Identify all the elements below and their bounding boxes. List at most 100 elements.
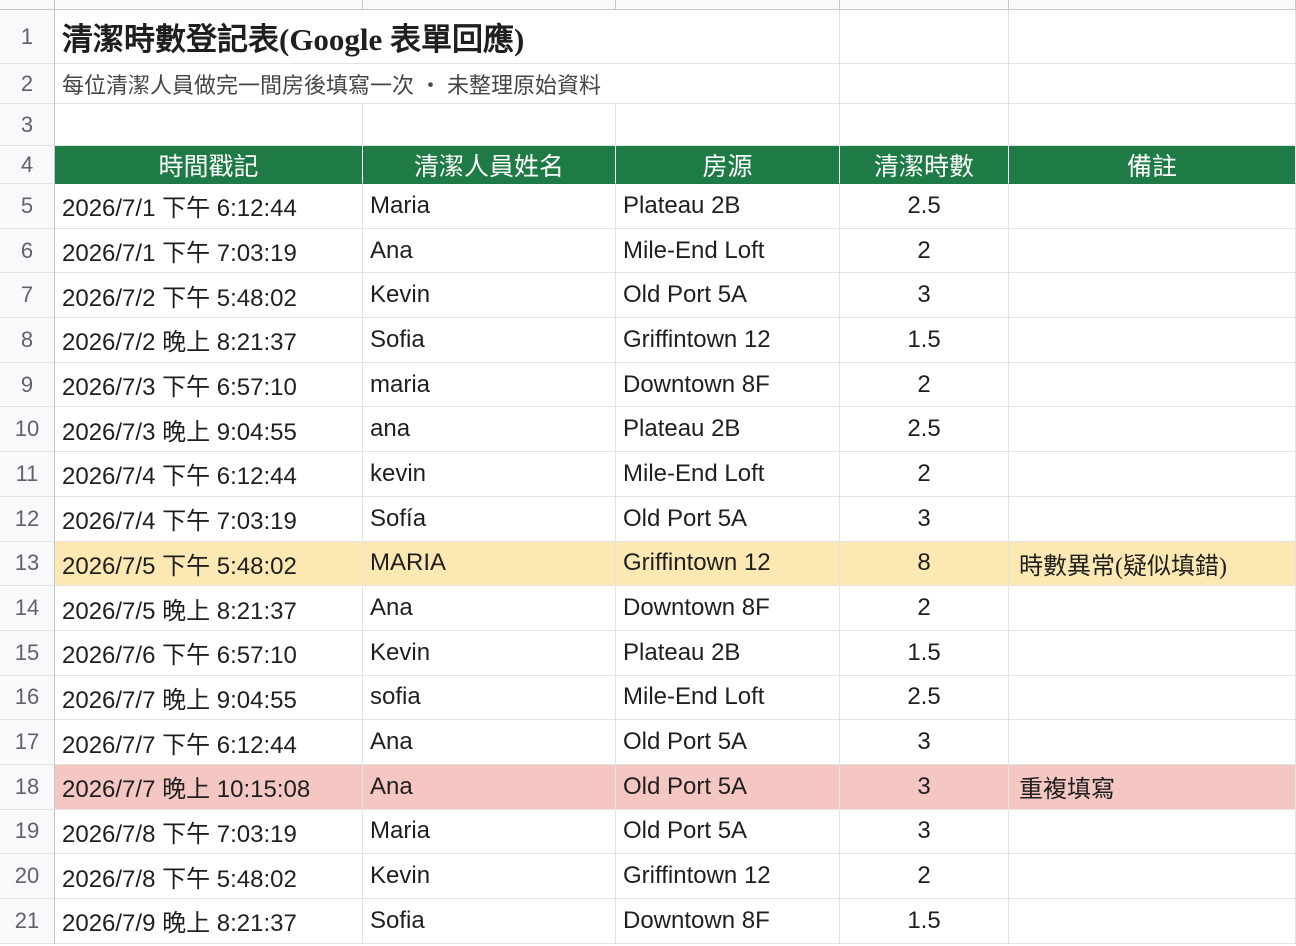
cell-cleaner-name[interactable]: Sofia <box>363 899 616 944</box>
cell-cleaner-name[interactable]: Kevin <box>363 273 616 319</box>
cell-note[interactable]: 重複填寫 <box>1009 764 1296 810</box>
cell-timestamp[interactable]: 2026/7/9 晚上 8:21:37 <box>55 899 363 944</box>
cell-note[interactable] <box>1009 318 1296 363</box>
cell-cleaner-name[interactable]: Maria <box>363 809 616 855</box>
cell-hours[interactable]: 2 <box>840 362 1009 408</box>
cell-note[interactable] <box>1009 407 1296 453</box>
row-number[interactable]: 14 <box>0 586 55 631</box>
row-number[interactable]: 8 <box>0 318 55 363</box>
cell-hours[interactable]: 2 <box>840 452 1009 497</box>
cell-timestamp[interactable]: 2026/7/7 晚上 9:04:55 <box>55 675 363 721</box>
cell-listing[interactable]: Mile-End Loft <box>616 675 840 721</box>
cell-timestamp[interactable]: 2026/7/8 下午 5:48:02 <box>55 854 363 899</box>
cell-listing[interactable]: Old Port 5A <box>616 273 840 319</box>
cell-hours[interactable]: 2.5 <box>840 675 1009 721</box>
cell-note[interactable] <box>1009 184 1296 229</box>
row-number[interactable]: 7 <box>0 273 55 319</box>
cell-cleaner-name[interactable]: Ana <box>363 764 616 810</box>
cell-cleaner-name[interactable]: Ana <box>363 720 616 765</box>
cell-hours[interactable]: 3 <box>840 273 1009 319</box>
cell-note[interactable] <box>1009 630 1296 676</box>
column-header-c[interactable] <box>616 0 840 10</box>
cell-cleaner-name[interactable]: maria <box>363 362 616 408</box>
cell-listing[interactable]: Griffintown 12 <box>616 541 840 587</box>
cell-hours[interactable]: 3 <box>840 764 1009 810</box>
cell-hours[interactable]: 2.5 <box>840 184 1009 229</box>
row-number[interactable]: 4 <box>0 146 55 184</box>
cell-timestamp[interactable]: 2026/7/3 下午 6:57:10 <box>55 362 363 408</box>
cell-timestamp[interactable]: 2026/7/6 下午 6:57:10 <box>55 630 363 676</box>
sheet-subtitle[interactable]: 每位清潔人員做完一間房後填寫一次 ・ 未整理原始資料 <box>55 64 601 104</box>
row-number[interactable]: 17 <box>0 720 55 765</box>
column-header-e[interactable] <box>1009 0 1296 10</box>
cell-note[interactable] <box>1009 452 1296 497</box>
cell[interactable] <box>55 104 363 146</box>
cell-cleaner-name[interactable]: MARIA <box>363 541 616 587</box>
cell-timestamp[interactable]: 2026/7/5 下午 5:48:02 <box>55 541 363 587</box>
cell-note[interactable] <box>1009 228 1296 274</box>
cell[interactable] <box>1009 10 1296 64</box>
cell-hours[interactable]: 1.5 <box>840 899 1009 944</box>
row-number[interactable]: 1 <box>0 10 55 64</box>
cell-note[interactable] <box>1009 273 1296 319</box>
cell-hours[interactable]: 2 <box>840 586 1009 631</box>
cell-listing[interactable]: Griffintown 12 <box>616 318 840 363</box>
row-number[interactable]: 2 <box>0 64 55 104</box>
cell-cleaner-name[interactable]: Ana <box>363 228 616 274</box>
column-header-a[interactable] <box>55 0 363 10</box>
cell-listing[interactable]: Plateau 2B <box>616 407 840 453</box>
cell-cleaner-name[interactable]: Kevin <box>363 630 616 676</box>
cell-timestamp[interactable]: 2026/7/3 晚上 9:04:55 <box>55 407 363 453</box>
cell-listing[interactable]: Mile-End Loft <box>616 228 840 274</box>
cell-hours[interactable]: 3 <box>840 720 1009 765</box>
row-number[interactable]: 12 <box>0 496 55 542</box>
cell[interactable] <box>363 104 616 146</box>
cell-timestamp[interactable]: 2026/7/2 下午 5:48:02 <box>55 273 363 319</box>
cell-hours[interactable]: 1.5 <box>840 630 1009 676</box>
cell-note[interactable] <box>1009 809 1296 855</box>
cell-cleaner-name[interactable]: sofia <box>363 675 616 721</box>
cell-timestamp[interactable]: 2026/7/1 下午 7:03:19 <box>55 228 363 274</box>
cell-listing[interactable]: Old Port 5A <box>616 764 840 810</box>
corner-select-all[interactable] <box>0 0 55 10</box>
cell-cleaner-name[interactable]: kevin <box>363 452 616 497</box>
header-timestamp[interactable]: 時間戳記 <box>55 146 363 184</box>
cell-note[interactable] <box>1009 496 1296 542</box>
cell-cleaner-name[interactable]: Sofia <box>363 318 616 363</box>
cell-hours[interactable]: 1.5 <box>840 318 1009 363</box>
cell-listing[interactable]: Downtown 8F <box>616 362 840 408</box>
row-number[interactable]: 6 <box>0 228 55 274</box>
sheet-title[interactable]: 清潔時數登記表(Google 表單回應) <box>55 10 524 64</box>
header-listing[interactable]: 房源 <box>616 146 840 184</box>
cell-hours[interactable]: 8 <box>840 541 1009 587</box>
cell[interactable] <box>840 10 1009 64</box>
cell-hours[interactable]: 2.5 <box>840 407 1009 453</box>
cell-timestamp[interactable]: 2026/7/4 下午 6:12:44 <box>55 452 363 497</box>
cell-timestamp[interactable]: 2026/7/4 下午 7:03:19 <box>55 496 363 542</box>
cell-cleaner-name[interactable]: Ana <box>363 586 616 631</box>
cell[interactable] <box>840 104 1009 146</box>
cell[interactable] <box>616 64 840 104</box>
column-header-d[interactable] <box>840 0 1009 10</box>
cell-listing[interactable]: Old Port 5A <box>616 496 840 542</box>
row-number[interactable]: 15 <box>0 630 55 676</box>
row-number[interactable]: 5 <box>0 184 55 229</box>
cell-cleaner-name[interactable]: ana <box>363 407 616 453</box>
cell-listing[interactable]: Downtown 8F <box>616 586 840 631</box>
cell-note[interactable] <box>1009 362 1296 408</box>
header-cleaner-name[interactable]: 清潔人員姓名 <box>363 146 616 184</box>
header-hours[interactable]: 清潔時數 <box>840 146 1009 184</box>
row-number[interactable]: 16 <box>0 675 55 721</box>
cell-note[interactable] <box>1009 675 1296 721</box>
row-number[interactable]: 20 <box>0 854 55 899</box>
cell-note[interactable]: 時數異常(疑似填錯) <box>1009 541 1296 587</box>
column-header-b[interactable] <box>363 0 616 10</box>
row-number[interactable]: 11 <box>0 452 55 497</box>
cell-timestamp[interactable]: 2026/7/5 晚上 8:21:37 <box>55 586 363 631</box>
cell-listing[interactable]: Old Port 5A <box>616 809 840 855</box>
row-number[interactable]: 18 <box>0 764 55 810</box>
cell-listing[interactable]: Downtown 8F <box>616 899 840 944</box>
cell-cleaner-name[interactable]: Sofía <box>363 496 616 542</box>
cell-listing[interactable]: Plateau 2B <box>616 630 840 676</box>
cell-hours[interactable]: 3 <box>840 496 1009 542</box>
